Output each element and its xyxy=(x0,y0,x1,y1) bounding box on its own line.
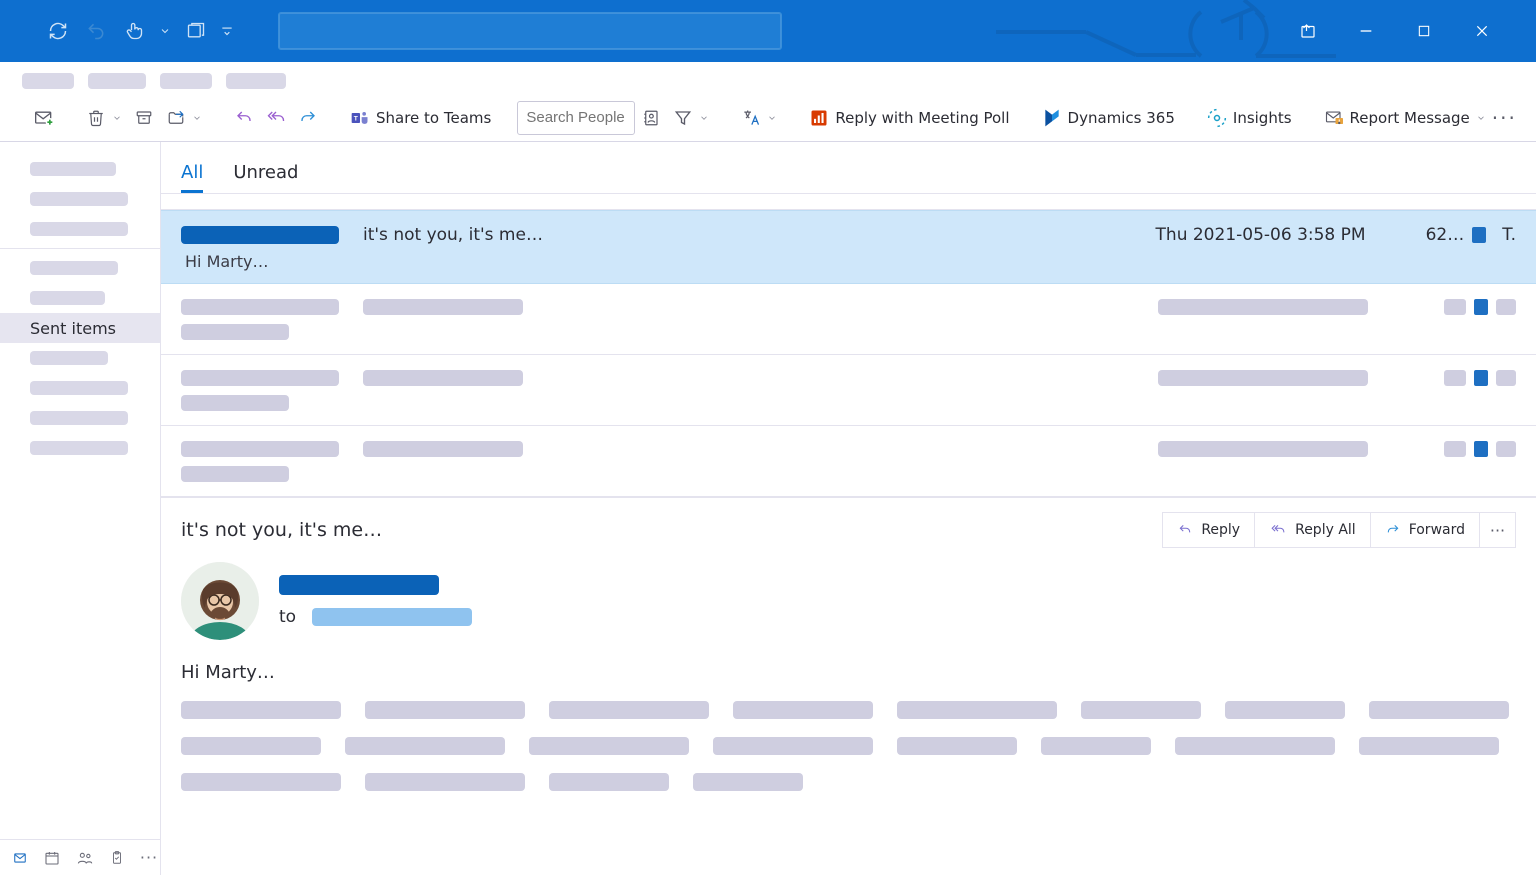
sender-avatar xyxy=(181,562,259,640)
folder-sidebar: Sent items ··· xyxy=(0,142,161,875)
minimize-icon[interactable] xyxy=(1348,13,1384,49)
reading-subject: it's not you, it's me… xyxy=(181,519,382,541)
reply-button[interactable] xyxy=(228,101,260,135)
message-type: T. xyxy=(1502,225,1516,245)
archive-button[interactable] xyxy=(128,101,160,135)
close-icon[interactable] xyxy=(1464,13,1500,49)
sidebar-item[interactable] xyxy=(0,433,160,463)
message-size: 62… xyxy=(1426,225,1465,245)
message-body-greeting: Hi Marty… xyxy=(181,662,1516,683)
sender-placeholder xyxy=(181,226,339,244)
global-search-input[interactable] xyxy=(278,12,782,50)
message-list: it's not you, it's me… Thu 2021-05-06 3:… xyxy=(161,210,1536,496)
recipient-placeholder xyxy=(312,608,472,626)
filter-button[interactable] xyxy=(667,101,715,135)
refresh-icon[interactable] xyxy=(40,13,76,49)
sidebar-item-label: Sent items xyxy=(30,319,116,338)
reading-pane: it's not you, it's me… Reply Reply All F… xyxy=(161,496,1536,875)
action-reply-all-button[interactable]: Reply All xyxy=(1255,512,1371,548)
sidebar-item[interactable] xyxy=(0,184,160,214)
dynamics-label: Dynamics 365 xyxy=(1068,109,1175,127)
chevron-down-icon[interactable] xyxy=(154,13,176,49)
reply-all-button[interactable] xyxy=(260,101,292,135)
maximize-icon[interactable] xyxy=(1406,13,1442,49)
sender-name-placeholder xyxy=(279,575,439,595)
dynamics-button[interactable]: Dynamics 365 xyxy=(1036,101,1181,135)
reply-meeting-poll-label: Reply with Meeting Poll xyxy=(835,109,1009,127)
move-to-button[interactable] xyxy=(160,101,208,135)
decorative-lines xyxy=(996,0,1336,62)
sidebar-item[interactable] xyxy=(0,154,160,184)
category-square xyxy=(1472,227,1486,243)
reply-meeting-poll-button[interactable]: Reply with Meeting Poll xyxy=(803,101,1015,135)
action-reply-label: Reply xyxy=(1201,522,1240,538)
insights-label: Insights xyxy=(1233,109,1292,127)
touch-mode-icon[interactable] xyxy=(116,13,152,49)
sidebar-item[interactable] xyxy=(0,403,160,433)
message-subject: it's not you, it's me… xyxy=(363,225,543,245)
ribbon-tab-placeholder xyxy=(88,73,146,89)
undo-icon xyxy=(78,13,114,49)
action-forward-button[interactable]: Forward xyxy=(1371,512,1480,548)
ribbon-tab-placeholder xyxy=(160,73,212,89)
action-forward-label: Forward xyxy=(1409,522,1465,538)
open-new-window-icon[interactable] xyxy=(178,13,214,49)
share-to-teams-button[interactable]: T Share to Teams xyxy=(344,101,497,135)
ribbon-overflow-button[interactable]: ··· xyxy=(1492,106,1531,130)
mail-icon[interactable] xyxy=(12,849,28,867)
action-reply-all-label: Reply All xyxy=(1295,522,1356,538)
translate-button[interactable] xyxy=(735,101,783,135)
message-body-placeholder xyxy=(181,701,1516,791)
customize-toolbar-icon[interactable] xyxy=(216,13,238,49)
message-item[interactable] xyxy=(161,355,1536,426)
more-icon[interactable]: ··· xyxy=(140,849,158,867)
sidebar-item[interactable] xyxy=(0,283,160,313)
to-label: to xyxy=(279,607,296,627)
ribbon-tab-placeholder xyxy=(226,73,286,89)
new-email-button[interactable] xyxy=(28,101,60,135)
delete-button[interactable] xyxy=(80,101,128,135)
action-reply-button[interactable]: Reply xyxy=(1162,512,1255,548)
tab-all[interactable]: All xyxy=(181,162,203,193)
svg-text:T: T xyxy=(354,115,358,122)
sidebar-item-sent-items[interactable]: Sent items xyxy=(0,313,160,343)
report-message-button[interactable]: Report Message xyxy=(1318,101,1492,135)
sidebar-item[interactable] xyxy=(0,343,160,373)
title-bar xyxy=(0,0,1536,62)
address-book-button[interactable] xyxy=(635,101,667,135)
message-date: Thu 2021-05-06 3:58 PM xyxy=(1156,225,1366,245)
forward-button[interactable] xyxy=(292,101,324,135)
message-preview: Hi Marty… xyxy=(181,252,269,271)
search-people-input[interactable] xyxy=(517,101,635,135)
action-more-button[interactable]: ··· xyxy=(1480,512,1516,548)
message-item-selected[interactable]: it's not you, it's me… Thu 2021-05-06 3:… xyxy=(161,210,1536,284)
ribbon-tabstrip xyxy=(0,62,1536,94)
sidebar-nav-bar: ··· xyxy=(0,839,160,875)
sidebar-item[interactable] xyxy=(0,214,160,244)
calendar-icon[interactable] xyxy=(44,849,60,867)
message-item[interactable] xyxy=(161,426,1536,496)
ribbon-tab-placeholder xyxy=(22,73,74,89)
message-item[interactable] xyxy=(161,284,1536,355)
sidebar-item[interactable] xyxy=(0,373,160,403)
people-icon[interactable] xyxy=(76,849,94,867)
tab-unread[interactable]: Unread xyxy=(233,162,298,193)
share-to-teams-label: Share to Teams xyxy=(376,109,491,127)
report-message-label: Report Message xyxy=(1350,109,1470,127)
sidebar-item[interactable] xyxy=(0,253,160,283)
ribbon: T Share to Teams Reply with Meeting Poll… xyxy=(0,94,1536,142)
message-list-header: All Unread xyxy=(161,142,1536,194)
tasks-icon[interactable] xyxy=(110,849,124,867)
insights-button[interactable]: Insights xyxy=(1201,101,1298,135)
